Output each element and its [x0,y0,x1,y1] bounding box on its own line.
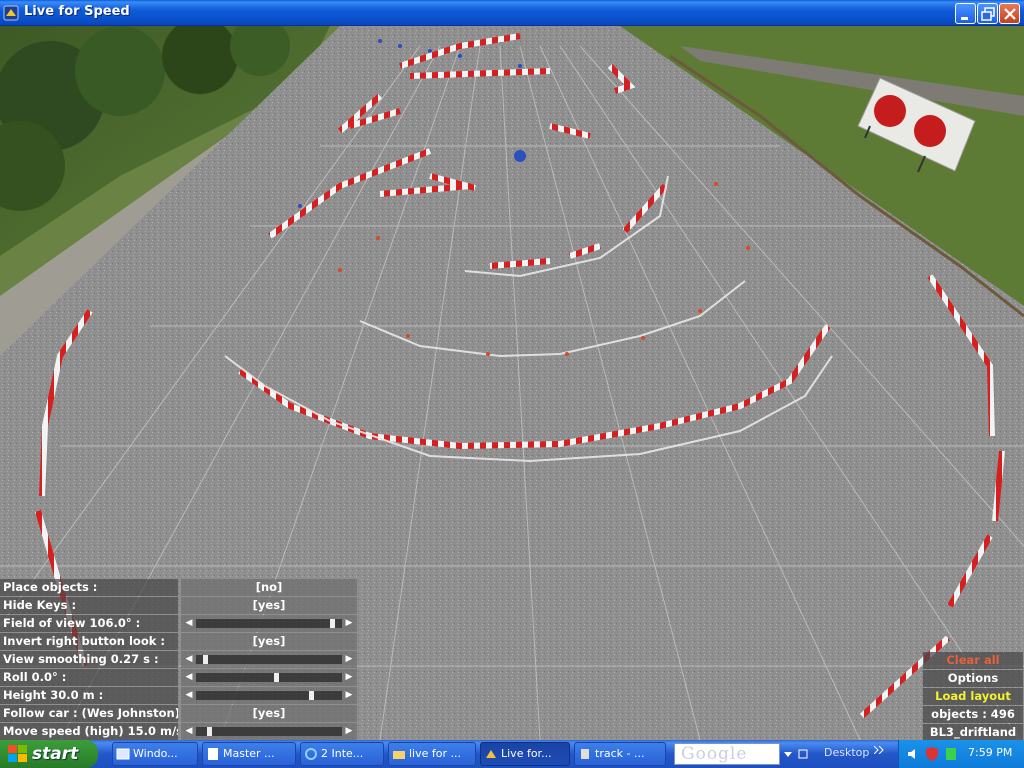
load-layout-button[interactable]: Load layout [923,688,1023,705]
desktop-toolbar-icon[interactable] [798,749,808,759]
arrow-right-icon[interactable]: ▶ [343,723,355,740]
option-row: Roll 0.0° : ◀ ▶ [0,669,360,686]
minimize-button[interactable] [955,3,976,24]
option-slider[interactable]: ◀ ▶ [181,651,357,668]
task-button-windows[interactable]: Windo... [112,742,198,766]
option-slider[interactable]: ◀ ▶ [181,669,357,686]
slider-thumb[interactable] [309,691,314,700]
option-toggle[interactable]: [yes] [181,633,357,650]
chevron-right-icon[interactable] [874,746,884,754]
option-label: View smoothing 0.27 s : [0,651,178,668]
option-slider[interactable]: ◀ ▶ [181,687,357,704]
option-label: Height 30.0 m : [0,687,178,704]
game-window: Live for Speed Place objects: [no] Hide… [0,0,1024,740]
option-label: Field of view 106.0° : [0,615,178,632]
option-label: Follow car : (Wes Johnston) [0,705,178,722]
internet-explorer-icon [305,748,317,760]
arrow-right-icon[interactable]: ▶ [343,615,355,632]
slider-thumb[interactable] [274,673,279,682]
task-label: Master ... [223,747,275,760]
arrow-left-icon[interactable]: ◀ [183,669,195,686]
arrow-left-icon[interactable]: ◀ [183,687,195,704]
option-label: Roll 0.0° : [0,669,178,686]
security-shield-icon[interactable] [925,746,939,762]
option-row: View smoothing 0.27 s : ◀ ▶ [0,651,360,668]
option-row: Place objects : [no] [0,579,360,596]
slider-thumb[interactable] [330,619,335,628]
app-icon [3,5,19,21]
option-row: Follow car : (Wes Johnston) [yes] [0,705,360,722]
minimize-icon [961,17,968,20]
volume-icon[interactable] [907,747,921,761]
title-bar[interactable]: Live for Speed [0,0,1024,26]
task-label: live for ... [409,747,461,760]
option-label: Place objects : [0,579,178,596]
task-button-master[interactable]: Master ... [202,742,296,766]
options-button[interactable]: Options [923,670,1023,687]
slider-thumb[interactable] [203,655,208,664]
option-row: Hide Keys : [yes] [0,597,360,614]
slider-thumb[interactable] [207,727,212,736]
chevron-down-icon[interactable] [784,750,792,758]
task-button-track[interactable]: track - ... [574,742,666,766]
option-toggle[interactable]: [yes] [181,705,357,722]
option-toggle[interactable]: [yes] [181,597,357,614]
start-label: start [32,744,79,764]
task-label: Windo... [133,747,178,760]
objects-count: objects : 496 [923,706,1023,723]
option-row: Field of view 106.0° : ◀ ▶ [0,615,360,632]
task-button-folder[interactable]: live for ... [388,742,476,766]
option-label: Invert right button look : [0,633,178,650]
slider-track[interactable] [196,691,342,700]
google-search-box[interactable]: Google [674,743,780,765]
game-viewport[interactable]: Place objects : [no] Hide Keys : [yes] Field… [0,26,1024,740]
slider-track[interactable] [196,727,342,736]
google-logo: Google [681,744,748,764]
arrow-right-icon[interactable]: ▶ [343,651,355,668]
desktop-toolbar-label[interactable]: Desktop [824,746,869,759]
option-row: Invert right button look : [yes] [0,633,360,650]
task-label: track - ... [595,747,645,760]
windows-logo-icon [8,745,27,762]
slider-track[interactable] [196,673,342,682]
network-icon[interactable] [945,747,957,761]
close-button[interactable] [999,3,1020,24]
arrow-right-icon[interactable]: ▶ [343,687,355,704]
arrow-left-icon[interactable]: ◀ [183,651,195,668]
taskbar: start Windo... Master ... 2 Inte... live… [0,740,1024,768]
document-icon [208,748,218,760]
layout-name: BL3_driftland [923,724,1023,740]
maximize-button[interactable] [977,3,998,24]
task-button-live-for-speed[interactable]: Live for... [480,742,570,766]
start-button[interactable]: start [0,740,98,768]
option-slider[interactable]: ◀ ▶ [181,723,357,740]
close-icon [1004,8,1016,20]
window-icon [116,748,130,760]
slider-track[interactable] [196,619,342,628]
folder-icon [393,751,405,759]
option-label: Move speed (high) 15.0 m/s : [0,723,178,740]
arrow-left-icon[interactable]: ◀ [183,615,195,632]
restore-icon [981,7,995,21]
task-label: 2 Inte... [321,747,364,760]
lfs-icon [486,750,496,758]
arrow-left-icon[interactable]: ◀ [183,723,195,740]
option-toggle[interactable]: [no] [181,579,357,596]
clear-all-button[interactable]: Clear all [923,652,1023,669]
slider-track[interactable] [196,655,342,664]
paint-icon [581,749,589,759]
window-title: Live for Speed [24,4,130,19]
task-label: Live for... [501,747,552,760]
task-button-internet[interactable]: 2 Inte... [300,742,384,766]
option-row: Height 30.0 m : ◀ ▶ [0,687,360,704]
clock: 7:59 PM [968,746,1013,759]
option-label: Hide Keys : [0,597,178,614]
option-slider[interactable]: ◀ ▶ [181,615,357,632]
option-row: Move speed (high) 15.0 m/s : ◀ ▶ [0,723,360,740]
arrow-right-icon[interactable]: ▶ [343,669,355,686]
